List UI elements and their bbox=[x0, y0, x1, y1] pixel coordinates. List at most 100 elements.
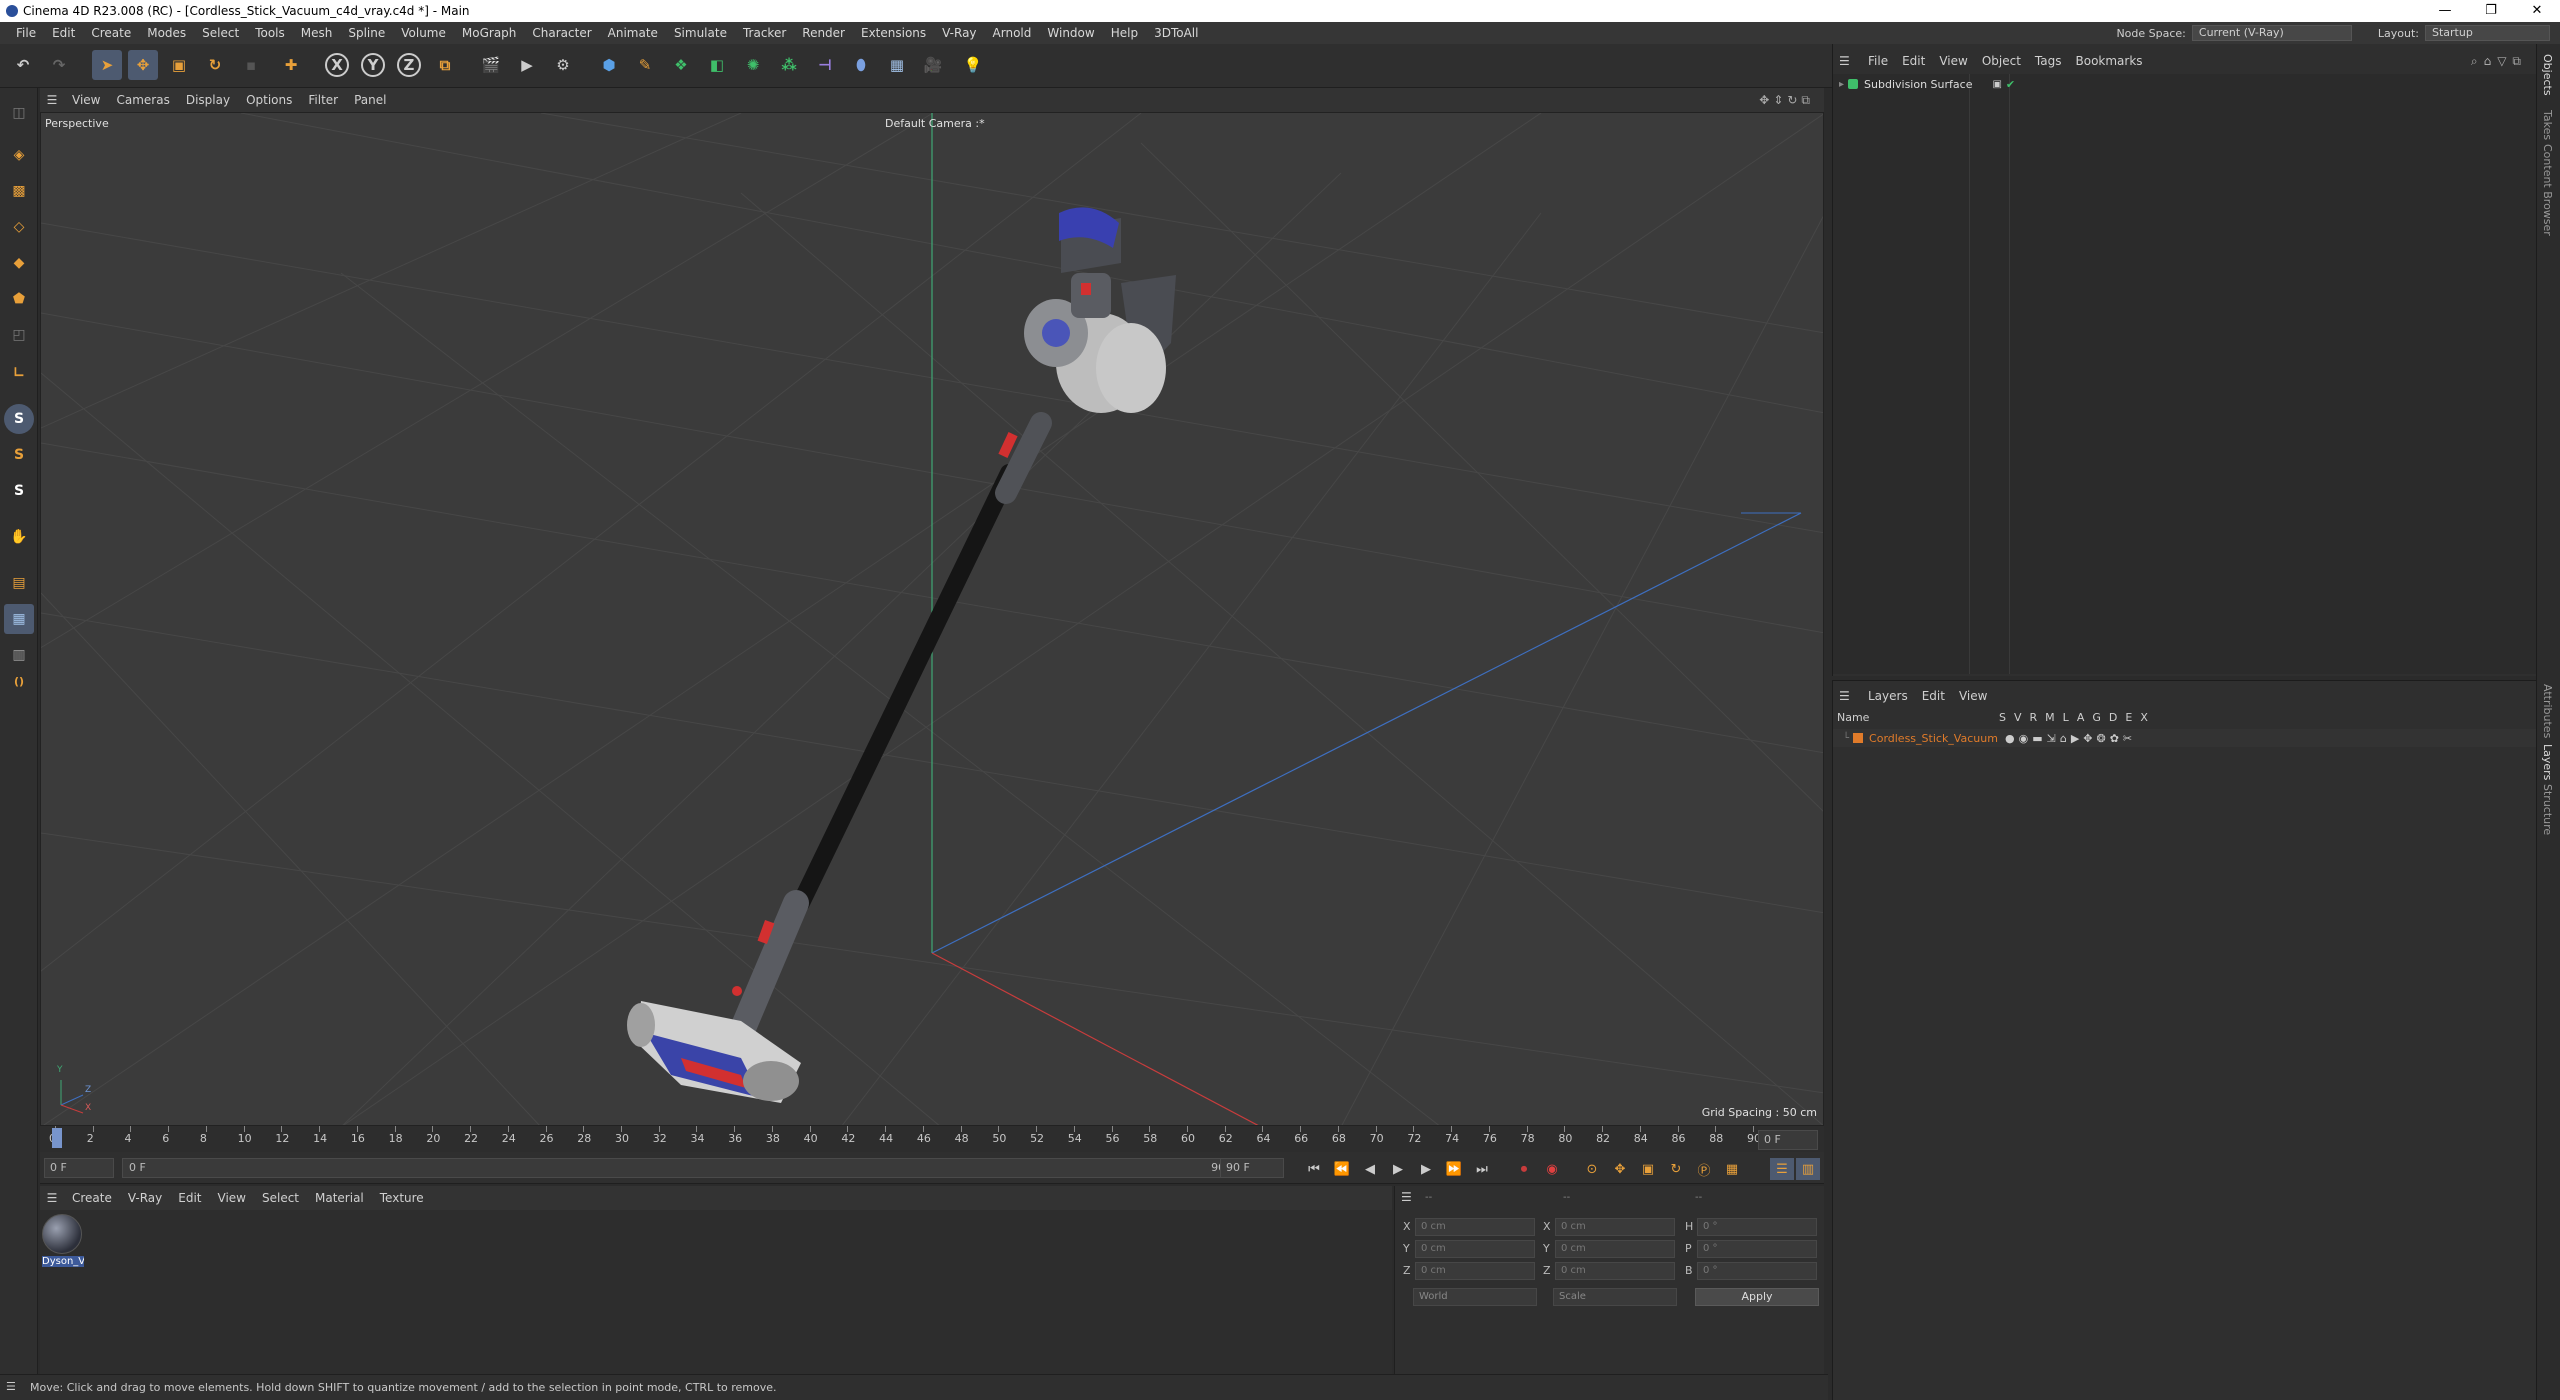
quantize-icon[interactable]: () bbox=[4, 666, 34, 696]
menu-3dtoall[interactable]: 3DToAll bbox=[1146, 26, 1206, 40]
material-hamburger-icon[interactable]: ☰ bbox=[40, 1191, 64, 1205]
make-editable-icon[interactable]: ◫ bbox=[4, 98, 34, 128]
material-menu-edit[interactable]: Edit bbox=[170, 1191, 209, 1205]
menu-spline[interactable]: Spline bbox=[340, 26, 393, 40]
prev-frame-icon[interactable]: ◀ bbox=[1358, 1158, 1382, 1180]
create-tool-icon[interactable]: ✚ bbox=[276, 50, 306, 80]
viewport-menu-view[interactable]: View bbox=[64, 93, 108, 107]
viewport-menu-cameras[interactable]: Cameras bbox=[108, 93, 177, 107]
menu-volume[interactable]: Volume bbox=[393, 26, 454, 40]
menu-character[interactable]: Character bbox=[524, 26, 599, 40]
layer-col-e[interactable]: E bbox=[2125, 711, 2132, 724]
menu-create[interactable]: Create bbox=[83, 26, 139, 40]
deformer-icon[interactable]: ⊣ bbox=[810, 50, 840, 80]
pos-y-field[interactable]: 0 cm bbox=[1415, 1240, 1535, 1258]
locked-workplane-icon[interactable]: ▦ bbox=[4, 604, 34, 634]
layer-col-s[interactable]: S bbox=[1999, 711, 2006, 724]
scale-tool-icon[interactable]: ▣ bbox=[164, 50, 194, 80]
uv-mode-icon[interactable]: ◰ bbox=[4, 320, 34, 350]
cube-icon[interactable]: ⬢ bbox=[594, 50, 624, 80]
material-menu-view[interactable]: View bbox=[210, 1191, 254, 1205]
undo-icon[interactable]: ↶ bbox=[8, 50, 38, 80]
close-button[interactable]: ✕ bbox=[2514, 0, 2560, 22]
menu-simulate[interactable]: Simulate bbox=[666, 26, 735, 40]
menu-tracker[interactable]: Tracker bbox=[735, 26, 794, 40]
viewport-menu-panel[interactable]: Panel bbox=[346, 93, 394, 107]
object-menu-object[interactable]: Object bbox=[1975, 54, 2028, 68]
autokey-icon[interactable]: ◉ bbox=[1540, 1158, 1564, 1180]
layer-menu-edit[interactable]: Edit bbox=[1915, 689, 1952, 703]
object-menu-bookmarks[interactable]: Bookmarks bbox=[2069, 54, 2150, 68]
material-menu-create[interactable]: Create bbox=[64, 1191, 120, 1205]
snap-workplane-icon[interactable]: S bbox=[4, 476, 34, 506]
material-menu-texture[interactable]: Texture bbox=[372, 1191, 432, 1205]
viewport-nav-icons[interactable]: ✥⇕↻⧉ bbox=[1759, 93, 1814, 108]
material-menu-material[interactable]: Material bbox=[307, 1191, 372, 1205]
object-menu-tags[interactable]: Tags bbox=[2028, 54, 2069, 68]
size-z-field[interactable]: 0 cm bbox=[1555, 1262, 1675, 1280]
menu-animate[interactable]: Animate bbox=[600, 26, 666, 40]
layer-color-swatch[interactable] bbox=[1853, 733, 1864, 743]
menu-mesh[interactable]: Mesh bbox=[293, 26, 341, 40]
next-frame-icon[interactable]: ▶ bbox=[1414, 1158, 1438, 1180]
menu-mograph[interactable]: MoGraph bbox=[454, 26, 525, 40]
menu-tools[interactable]: Tools bbox=[247, 26, 293, 40]
pen-icon[interactable]: ✎ bbox=[630, 50, 660, 80]
brush-icon[interactable]: ✋ bbox=[4, 522, 34, 552]
current-frame-field[interactable]: 0 F bbox=[1758, 1130, 1818, 1150]
field-icon[interactable]: ⬮ bbox=[846, 50, 876, 80]
axis-y-button[interactable]: Y bbox=[358, 50, 388, 80]
minimize-button[interactable]: — bbox=[2422, 0, 2468, 22]
tab-layers[interactable]: Layers bbox=[2541, 744, 2554, 780]
object-search-icons[interactable]: ⌕⌂▽⧉ bbox=[2471, 54, 2527, 69]
layout-select[interactable]: Startup bbox=[2425, 25, 2550, 41]
key-scale-icon[interactable]: ▣ bbox=[1636, 1158, 1660, 1180]
menu-vray[interactable]: V-Ray bbox=[934, 26, 984, 40]
layer-col-v[interactable]: V bbox=[2014, 711, 2022, 724]
viewport-menu-display[interactable]: Display bbox=[178, 93, 238, 107]
menu-extensions[interactable]: Extensions bbox=[853, 26, 934, 40]
coord-system-select[interactable]: World bbox=[1413, 1288, 1537, 1306]
object-hamburger-icon[interactable]: ☰ bbox=[1839, 54, 1850, 68]
floor-icon[interactable]: ▦ bbox=[882, 50, 912, 80]
edit-toggle-icon[interactable]: ▣ bbox=[1992, 79, 2001, 90]
rot-h-field[interactable]: 0 ° bbox=[1697, 1218, 1817, 1236]
edges-mode-icon[interactable]: ◆ bbox=[4, 248, 34, 278]
key-rotation-icon[interactable]: ↻ bbox=[1664, 1158, 1688, 1180]
snap-settings-icon[interactable]: S bbox=[4, 440, 34, 470]
layer-row[interactable]: └ Cordless_Stick_Vacuum ●◉▬⇲⌂▶✥❂✿✂ bbox=[1833, 729, 2537, 747]
prev-key-icon[interactable]: ⏪ bbox=[1330, 1158, 1354, 1180]
menu-modes[interactable]: Modes bbox=[139, 26, 194, 40]
render-region-icon[interactable]: 🎬 bbox=[476, 50, 506, 80]
viewport-menu-options[interactable]: Options bbox=[238, 93, 300, 107]
cloner-icon[interactable]: ⁂ bbox=[774, 50, 804, 80]
menu-help[interactable]: Help bbox=[1103, 26, 1146, 40]
tab-structure[interactable]: Structure bbox=[2541, 784, 2554, 835]
select-tool-icon[interactable]: ➤ bbox=[92, 50, 122, 80]
next-key-icon[interactable]: ⏩ bbox=[1442, 1158, 1466, 1180]
layer-col-g[interactable]: G bbox=[2092, 711, 2101, 724]
key-pla-icon[interactable]: ▦ bbox=[1720, 1158, 1744, 1180]
subdivision-icon[interactable]: ❖ bbox=[666, 50, 696, 80]
pos-z-field[interactable]: 0 cm bbox=[1415, 1262, 1535, 1280]
start-frame-field[interactable]: 0 F bbox=[44, 1158, 114, 1178]
size-y-field[interactable]: 0 cm bbox=[1555, 1240, 1675, 1258]
points-mode-icon[interactable]: ◇ bbox=[4, 212, 34, 242]
layer-hamburger-icon[interactable]: ☰ bbox=[1839, 689, 1850, 703]
object-menu-edit[interactable]: Edit bbox=[1895, 54, 1932, 68]
polygons-mode-icon[interactable]: ⬟ bbox=[4, 284, 34, 314]
axis-x-button[interactable]: X bbox=[322, 50, 352, 80]
menu-select[interactable]: Select bbox=[194, 26, 247, 40]
key-param-icon[interactable]: Ⓟ bbox=[1692, 1158, 1716, 1180]
texture-mode-icon[interactable]: ▩ bbox=[4, 176, 34, 206]
layer-col-d[interactable]: D bbox=[2109, 711, 2117, 724]
play-icon[interactable]: ▶ bbox=[1386, 1158, 1410, 1180]
axis-z-button[interactable]: Z bbox=[394, 50, 424, 80]
tab-attributes[interactable]: Attributes bbox=[2541, 684, 2554, 738]
render-view-icon[interactable]: ▶ bbox=[512, 50, 542, 80]
tab-objects[interactable]: Objects bbox=[2541, 54, 2554, 96]
dopesheet-icon[interactable]: ▥ bbox=[1796, 1158, 1820, 1180]
layer-col-m[interactable]: M bbox=[2045, 711, 2055, 724]
layer-col-a[interactable]: A bbox=[2077, 711, 2085, 724]
pos-x-field[interactable]: 0 cm bbox=[1415, 1218, 1535, 1236]
